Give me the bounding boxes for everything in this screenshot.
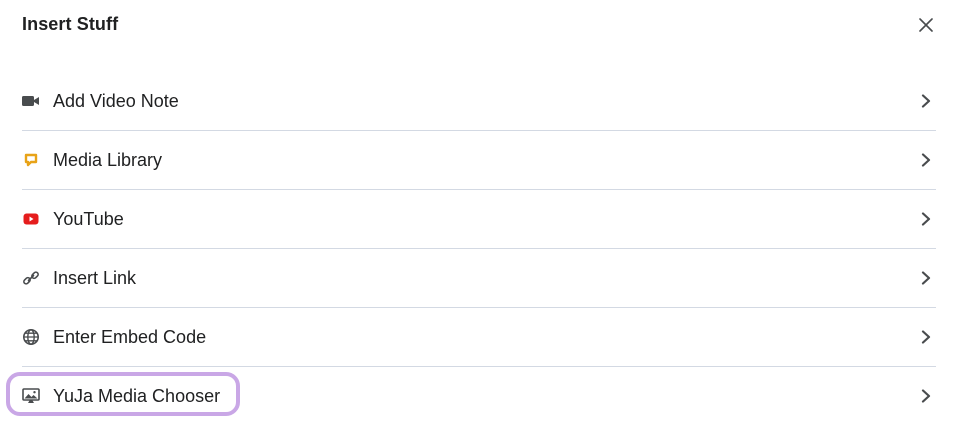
list-item-label: Media Library	[53, 150, 163, 170]
chevron-right-icon	[918, 270, 934, 286]
close-button[interactable]	[914, 13, 938, 37]
chevron-right-icon	[918, 152, 934, 168]
youtube-icon	[22, 210, 40, 228]
dialog-title: Insert Stuff	[22, 14, 119, 34]
close-icon	[919, 18, 933, 32]
list-item-label: Insert Link	[53, 268, 137, 288]
list-item-yuja-media-chooser[interactable]: YuJa Media Chooser	[6, 367, 936, 425]
insert-stuff-list: Add Video Note Media Library YouTube Ins…	[6, 72, 936, 425]
list-item-label: Enter Embed Code	[53, 327, 207, 347]
chevron-right-icon	[918, 388, 934, 404]
list-item-label: YuJa Media Chooser	[53, 386, 221, 406]
list-item-enter-embed-code[interactable]: Enter Embed Code	[22, 308, 936, 367]
chevron-right-icon	[918, 93, 934, 109]
list-item-media-library[interactable]: Media Library	[22, 131, 936, 190]
list-item-youtube[interactable]: YouTube	[22, 190, 936, 249]
chevron-right-icon	[918, 329, 934, 345]
chevron-right-icon	[918, 211, 934, 227]
video-camera-icon	[22, 92, 40, 110]
globe-icon	[22, 328, 40, 346]
media-library-icon	[22, 151, 40, 169]
list-item-label: Add Video Note	[53, 91, 179, 111]
image-monitor-icon	[22, 387, 40, 405]
list-item-insert-link[interactable]: Insert Link	[22, 249, 936, 308]
list-item-add-video-note[interactable]: Add Video Note	[22, 72, 936, 131]
insert-stuff-dialog: Insert Stuff Add Video Note Media Librar…	[0, 0, 954, 435]
list-item-label: YouTube	[53, 209, 124, 229]
link-icon	[22, 269, 40, 287]
